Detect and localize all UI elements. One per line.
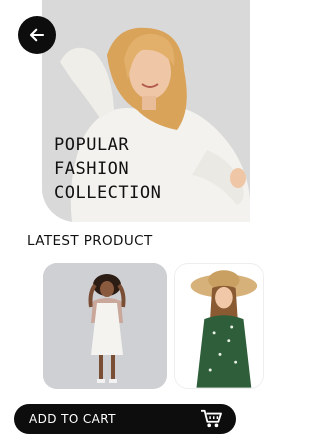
hero-title-line-3: COLLECTION: [54, 183, 162, 203]
section-title: LATEST PRODUCT: [27, 233, 153, 249]
product-card-2[interactable]: [174, 263, 264, 389]
arrow-left-icon: [29, 28, 45, 42]
hero-title-line-1: POPULAR: [54, 135, 130, 155]
back-button[interactable]: [18, 16, 56, 54]
cart-icon: [201, 409, 222, 428]
product-image-1: [43, 263, 167, 389]
product-card-1[interactable]: [43, 263, 167, 389]
add-to-cart-label: ADD TO CART: [29, 412, 116, 426]
add-to-cart-button[interactable]: ADD TO CART: [14, 404, 236, 434]
hero-banner: POPULAR FASHION COLLECTION: [42, 0, 250, 222]
hero-title: POPULAR FASHION COLLECTION: [54, 133, 234, 205]
product-image-2: [175, 264, 263, 388]
hero-title-line-2: FASHION: [54, 159, 130, 179]
